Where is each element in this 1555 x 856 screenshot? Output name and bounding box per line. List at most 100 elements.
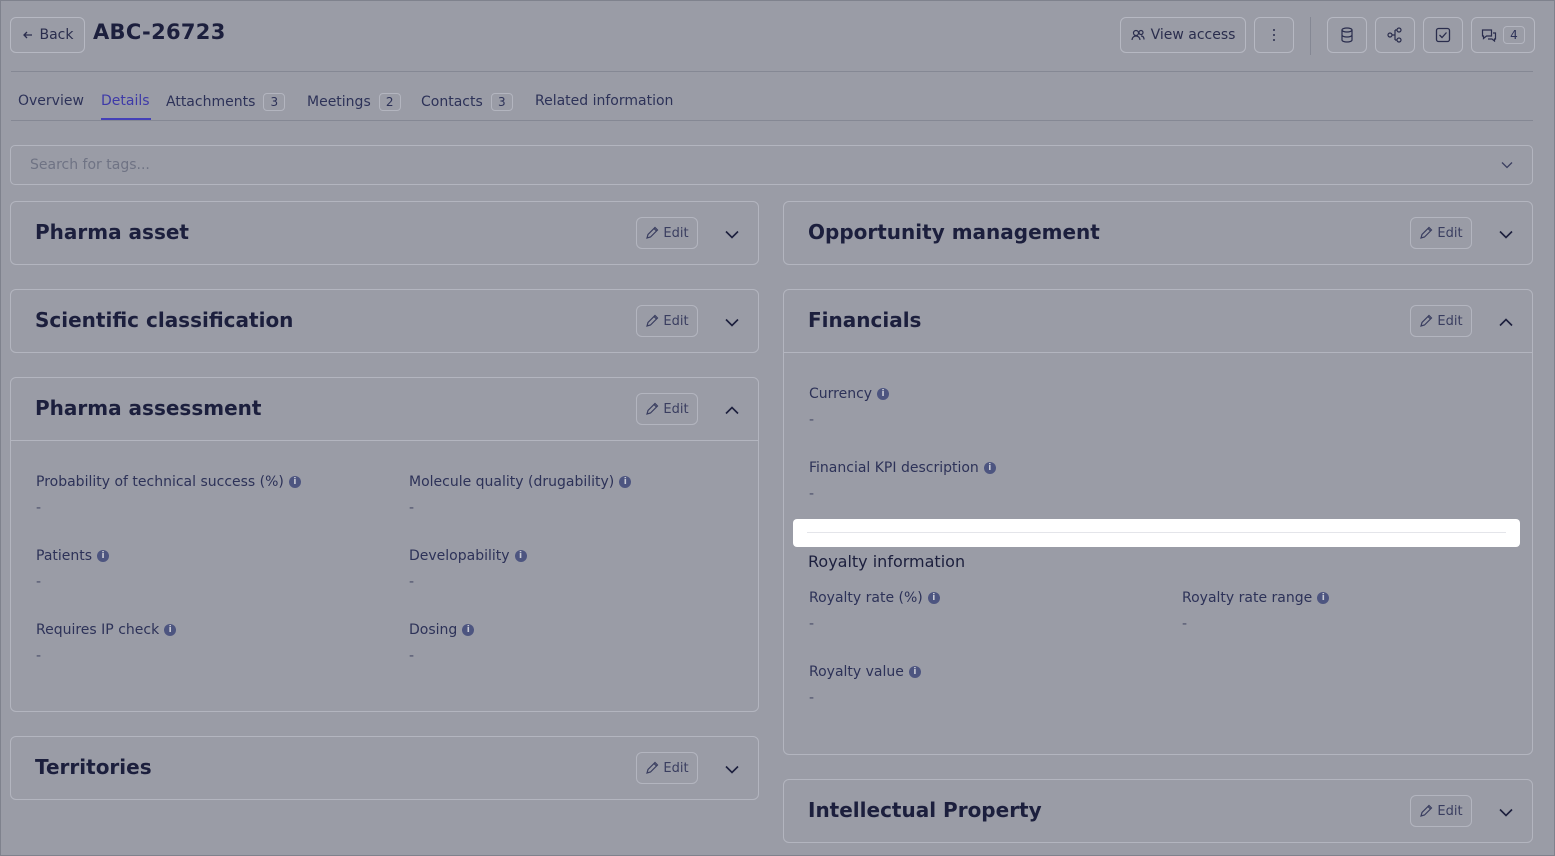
- workflow-button[interactable]: [1375, 17, 1415, 53]
- field-value: -: [36, 648, 42, 664]
- edit-button[interactable]: Edit: [636, 752, 698, 784]
- field-label: Requires IP check: [36, 622, 160, 638]
- more-options-button[interactable]: [1254, 17, 1294, 53]
- collapse-button[interactable]: [720, 398, 744, 422]
- field-label: Royalty rate (%): [809, 590, 923, 606]
- tab-attachments[interactable]: Attachments 3: [166, 93, 286, 111]
- expand-button[interactable]: [720, 757, 744, 781]
- tab-details[interactable]: Details: [101, 93, 150, 109]
- tasks-button[interactable]: [1423, 17, 1463, 53]
- edit-label: Edit: [663, 313, 689, 329]
- users-icon: [1130, 29, 1145, 41]
- field-developability: Developability i -: [409, 548, 527, 590]
- page-title: ABC-26723: [93, 20, 226, 44]
- more-vertical-icon: [1273, 29, 1275, 41]
- info-icon[interactable]: i: [877, 388, 890, 400]
- chevron-down-icon: [725, 230, 739, 239]
- tab-count: 3: [490, 93, 513, 111]
- info-icon[interactable]: i: [514, 550, 527, 562]
- edit-label: Edit: [663, 401, 689, 417]
- field-value: -: [809, 690, 815, 706]
- tab-label: Overview: [18, 93, 84, 109]
- card-header-divider: [784, 352, 1532, 353]
- field-value: -: [409, 648, 415, 664]
- info-icon[interactable]: i: [927, 592, 940, 604]
- edit-button[interactable]: Edit: [1410, 305, 1472, 337]
- back-button[interactable]: Back: [10, 17, 85, 53]
- checkbox-icon: [1435, 27, 1451, 43]
- field-financial-kpi-description: Financial KPI description i -: [809, 460, 996, 502]
- field-currency: Currency i -: [809, 386, 890, 428]
- workflow-icon: [1387, 27, 1402, 43]
- database-button[interactable]: [1327, 17, 1367, 53]
- info-icon[interactable]: i: [619, 476, 632, 488]
- expand-button[interactable]: [1494, 222, 1518, 246]
- field-label: Currency: [809, 386, 873, 402]
- edit-button[interactable]: Edit: [1410, 217, 1472, 249]
- divider-line: [807, 532, 1506, 533]
- pencil-icon: [1420, 226, 1433, 239]
- view-access-label: View access: [1150, 27, 1236, 43]
- info-icon[interactable]: i: [983, 462, 996, 474]
- collapse-button[interactable]: [1494, 310, 1518, 334]
- field-label: Dosing: [409, 622, 458, 638]
- header-divider: [11, 71, 1533, 72]
- chevron-down-icon: [725, 318, 739, 327]
- edit-label: Edit: [1437, 803, 1463, 819]
- card-pharma-asset: Pharma asset Edit: [10, 201, 759, 265]
- tab-related-information[interactable]: Related information: [535, 93, 673, 109]
- field-label: Probability of technical success (%): [36, 474, 284, 490]
- info-icon[interactable]: i: [462, 624, 475, 636]
- field-molecule-quality: Molecule quality (drugability) i -: [409, 474, 632, 516]
- card-header-divider: [11, 440, 758, 441]
- field-label: Royalty rate range: [1182, 590, 1313, 606]
- tabs-divider: [11, 120, 1533, 121]
- field-value: -: [809, 486, 815, 502]
- comments-button[interactable]: 4: [1471, 17, 1535, 53]
- card-title: Territories: [35, 755, 152, 779]
- field-value: -: [1182, 616, 1188, 632]
- edit-label: Edit: [663, 225, 689, 241]
- edit-button[interactable]: Edit: [636, 393, 698, 425]
- info-icon[interactable]: i: [908, 666, 921, 678]
- expand-button[interactable]: [1494, 800, 1518, 824]
- chevron-down-icon: [725, 765, 739, 774]
- tab-contacts[interactable]: Contacts 3: [421, 93, 513, 111]
- field-value: -: [36, 500, 42, 516]
- field-value: -: [809, 616, 815, 632]
- tab-count: 2: [378, 93, 401, 111]
- info-icon[interactable]: i: [97, 550, 110, 562]
- view-access-button[interactable]: View access: [1120, 17, 1246, 53]
- card-title: Scientific classification: [35, 308, 294, 332]
- tab-overview[interactable]: Overview: [18, 93, 84, 109]
- tag-search-input[interactable]: Search for tags...: [10, 145, 1533, 185]
- pencil-icon: [646, 314, 659, 327]
- card-scientific-classification: Scientific classification Edit: [10, 289, 759, 353]
- field-value: -: [409, 500, 415, 516]
- edit-button[interactable]: Edit: [636, 217, 698, 249]
- pencil-icon: [646, 226, 659, 239]
- field-label: Royalty value: [809, 664, 904, 680]
- info-icon[interactable]: i: [288, 476, 301, 488]
- tab-label: Contacts: [421, 94, 483, 110]
- field-patients: Patients i -: [36, 548, 110, 590]
- field-label: Molecule quality (drugability): [409, 474, 615, 490]
- card-title: Opportunity management: [808, 220, 1100, 244]
- edit-button[interactable]: Edit: [1410, 795, 1472, 827]
- edit-button[interactable]: Edit: [636, 305, 698, 337]
- pencil-icon: [646, 402, 659, 415]
- pencil-icon: [1420, 314, 1433, 327]
- info-icon[interactable]: i: [1317, 592, 1330, 604]
- expand-button[interactable]: [720, 310, 744, 334]
- chevron-down-icon: [1499, 808, 1513, 817]
- tab-meetings[interactable]: Meetings 2: [307, 93, 401, 111]
- field-royalty-value: Royalty value i -: [809, 664, 921, 706]
- edit-label: Edit: [663, 760, 689, 776]
- tab-label: Details: [101, 93, 150, 109]
- field-value: -: [409, 574, 415, 590]
- card-title: Pharma assessment: [35, 396, 262, 420]
- tab-label: Related information: [535, 93, 674, 109]
- card-intellectual-property: Intellectual Property Edit: [783, 779, 1533, 843]
- expand-button[interactable]: [720, 222, 744, 246]
- info-icon[interactable]: i: [164, 624, 177, 636]
